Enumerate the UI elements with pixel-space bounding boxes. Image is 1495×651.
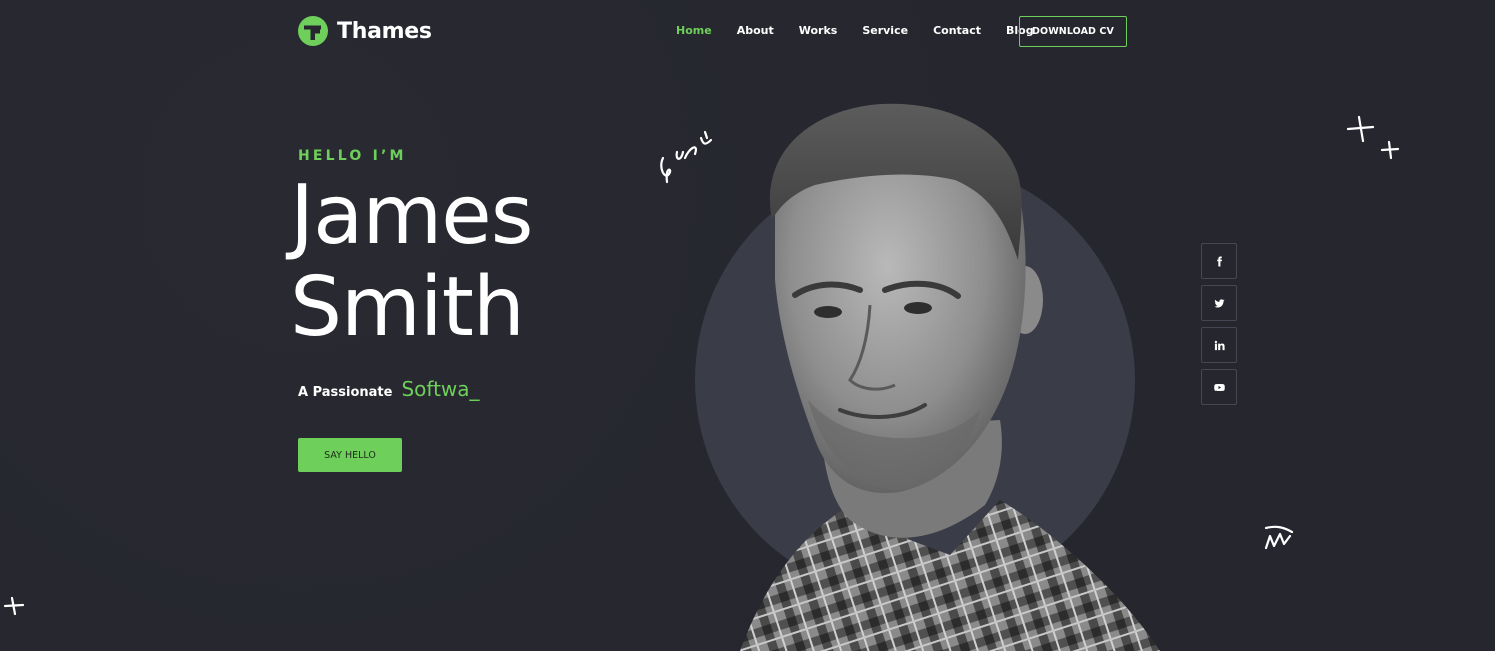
youtube-icon	[1213, 383, 1225, 391]
linkedin-button[interactable]	[1201, 327, 1237, 363]
logo[interactable]: Thames	[298, 16, 432, 46]
tagline-prefix: A Passionate	[298, 385, 393, 400]
sparkle-small-icon	[1380, 140, 1400, 160]
hero-greeting: HELLO I’M	[298, 148, 407, 164]
facebook-icon	[1216, 255, 1222, 267]
nav-item-home[interactable]: Home	[676, 24, 712, 37]
hero-first-name: James	[290, 168, 533, 263]
linkedin-icon	[1214, 340, 1225, 350]
zigzag-icon	[1264, 525, 1294, 550]
twitter-button[interactable]	[1201, 285, 1237, 321]
say-hello-button[interactable]: SAY HELLO	[298, 438, 402, 472]
sparkle-large-icon	[1346, 115, 1375, 143]
twitter-icon	[1213, 298, 1225, 307]
logo-text: Thames	[337, 18, 432, 44]
tagline-typed-text: Softwa_	[401, 377, 480, 401]
hero-tagline: A Passionate Softwa_	[298, 377, 480, 401]
nav-item-service[interactable]: Service	[862, 24, 908, 37]
download-cv-button[interactable]: DOWNLOAD CV	[1019, 16, 1127, 47]
nav-item-about[interactable]: About	[737, 24, 774, 37]
hero-last-name: Smith	[290, 260, 525, 355]
doodle-squiggle-icon	[660, 130, 713, 184]
portrait-image	[740, 103, 1160, 651]
nav-item-works[interactable]: Works	[799, 24, 838, 37]
page: Thames Home About Works Service Contact …	[0, 0, 1495, 651]
facebook-button[interactable]	[1201, 243, 1237, 279]
logo-icon	[298, 16, 328, 46]
social-links	[1201, 243, 1237, 405]
hero-name: James Smith	[290, 168, 533, 355]
sparkle-corner-icon	[3, 596, 25, 616]
main-nav: Home About Works Service Contact Blog	[676, 24, 1059, 37]
youtube-button[interactable]	[1201, 369, 1237, 405]
nav-item-contact[interactable]: Contact	[933, 24, 981, 37]
